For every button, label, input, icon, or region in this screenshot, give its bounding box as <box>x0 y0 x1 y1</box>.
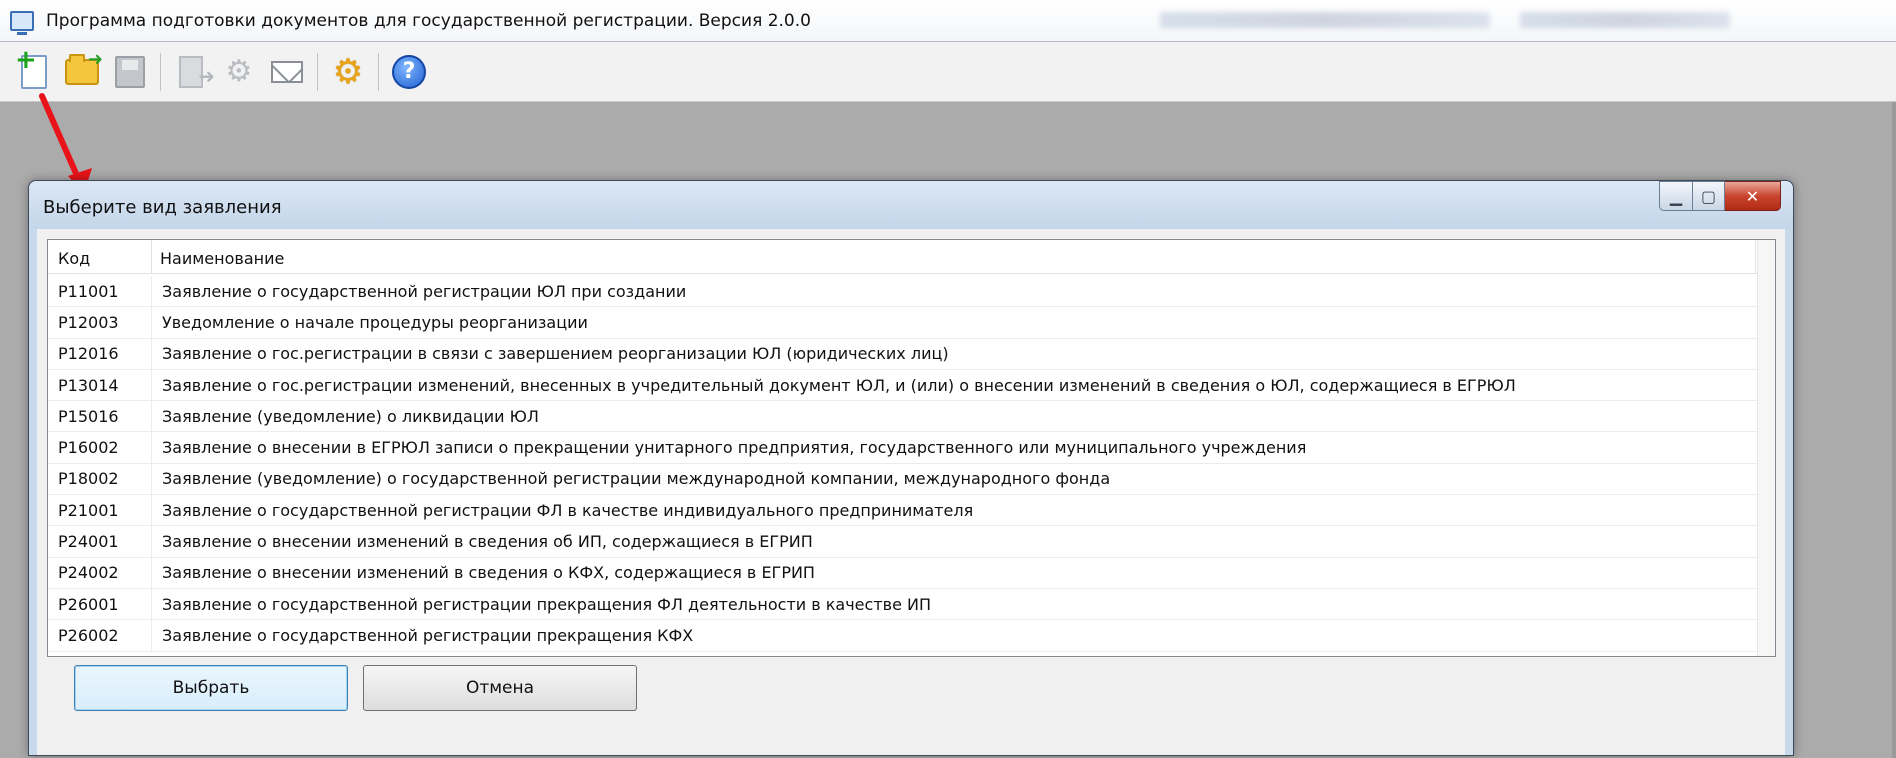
list-item[interactable]: Р24002 Заявление о внесении изменений в с… <box>48 557 1757 589</box>
item-name: Заявление (уведомление) о государственно… <box>162 469 1111 489</box>
item-code: Р16002 <box>48 432 152 463</box>
list-item[interactable]: Р13014 Заявление о гос.регистрации измене… <box>48 369 1757 402</box>
item-name: Заявление о гос.регистрации изменений, в… <box>162 375 1516 395</box>
list-item[interactable]: Р26001 Заявление о государственной регист… <box>48 588 1757 621</box>
app-title: Программа подготовки документов для госу… <box>46 10 811 31</box>
vertical-scrollbar[interactable] <box>1757 240 1775 656</box>
open-button[interactable]: ➜ <box>62 49 103 92</box>
dialog-caption[interactable]: Выберите вид заявления ▁ ▢ ✕ <box>29 181 1793 229</box>
item-code: Р13014 <box>48 369 152 401</box>
item-code: Р26002 <box>48 620 152 651</box>
list-item[interactable]: Р15016 Заявление (уведомление) о ликвидац… <box>48 401 1757 433</box>
blurred-taskbar-text-2 <box>1520 12 1730 28</box>
item-name: Заявление о государственной регистрации … <box>162 625 694 645</box>
save-icon <box>115 55 145 88</box>
item-code: Р24001 <box>48 526 152 557</box>
list-rows: Р11001 Заявление о государственной регист… <box>48 276 1757 652</box>
help-icon: ? <box>392 54 426 89</box>
dialog-body: Код Наименование Р11001 Заявление о госуд… <box>37 229 1785 755</box>
mail-button[interactable] <box>267 52 307 92</box>
toolbar-separator <box>160 52 161 91</box>
column-header-code[interactable]: Код <box>48 240 152 274</box>
blurred-taskbar-text <box>1160 12 1490 28</box>
item-code: Р18002 <box>48 463 152 495</box>
select-button[interactable]: Выбрать <box>74 665 348 711</box>
list-item[interactable]: Р18002 Заявление (уведомление) о государс… <box>48 463 1757 496</box>
export-button[interactable]: ➜ <box>171 52 215 92</box>
item-name: Заявление о государственной регистрации … <box>162 594 931 614</box>
settings-disabled-button[interactable]: ⚙ <box>219 52 259 92</box>
help-button[interactable]: ? <box>389 52 429 92</box>
list-item[interactable]: Р21001 Заявление о государственной регист… <box>48 495 1757 527</box>
item-name: Заявление о государственной регистрации … <box>162 281 687 301</box>
list-item[interactable]: Р26002 Заявление о государственной регист… <box>48 620 1757 652</box>
dialog-title: Выберите вид заявления <box>43 197 282 218</box>
cancel-button[interactable]: Отмена <box>363 665 637 711</box>
select-application-dialog: Выберите вид заявления ▁ ▢ ✕ Код Наимено… <box>28 180 1794 756</box>
item-code: Р12016 <box>48 338 152 369</box>
window-edge <box>1892 102 1896 758</box>
new-document-button[interactable]: + <box>14 47 54 92</box>
export-icon: ➜ <box>179 55 215 88</box>
item-name: Заявление (уведомление) о ликвидации ЮЛ <box>162 406 539 426</box>
computer-icon <box>10 10 34 35</box>
application-list[interactable]: Код Наименование Р11001 Заявление о госуд… <box>47 239 1776 657</box>
item-name: Заявление о внесении изменений в сведени… <box>162 532 813 552</box>
gear-icon: ⚙ <box>332 51 364 92</box>
item-code: Р11001 <box>48 276 152 307</box>
new-document-icon: + <box>15 47 47 89</box>
item-code: Р15016 <box>48 401 152 432</box>
maximize-button[interactable]: ▢ <box>1693 181 1725 211</box>
maximize-icon: ▢ <box>1700 186 1717 206</box>
toolbar: + ➜ ➜ ⚙ ⚙ ? <box>0 42 1896 102</box>
list-header: Код Наименование <box>48 240 1757 274</box>
item-name: Уведомление о начале процедуры реорганиз… <box>162 312 588 332</box>
list-item[interactable]: Р12003 Уведомление о начале процедуры рео… <box>48 307 1757 339</box>
close-button[interactable]: ✕ <box>1725 181 1781 211</box>
item-name: Заявление о внесении в ЕГРЮЛ записи о пр… <box>162 438 1307 458</box>
item-code: Р26001 <box>48 588 152 620</box>
item-name: Заявление о гос.регистрации в связи с за… <box>162 344 949 364</box>
item-code: Р12003 <box>48 307 152 338</box>
item-code: Р21001 <box>48 495 152 526</box>
item-name: Заявление о государственной регистрации … <box>162 500 974 520</box>
minimize-button[interactable]: ▁ <box>1659 181 1693 211</box>
save-button[interactable] <box>110 52 150 92</box>
item-name: Заявление о внесении изменений в сведени… <box>162 563 815 583</box>
column-header-name[interactable]: Наименование <box>152 240 1756 274</box>
toolbar-separator <box>317 52 318 91</box>
mail-icon <box>271 60 303 83</box>
list-item[interactable]: Р24001 Заявление о внесении изменений в с… <box>48 526 1757 558</box>
close-icon: ✕ <box>1745 186 1760 206</box>
list-item[interactable]: Р11001 Заявление о государственной регист… <box>48 276 1757 308</box>
list-item[interactable]: Р16002 Заявление о внесении в ЕГРЮЛ запис… <box>48 432 1757 464</box>
app-title-bar: Программа подготовки документов для госу… <box>0 0 1896 42</box>
toolbar-separator <box>378 52 379 91</box>
open-folder-icon: ➜ <box>65 49 103 85</box>
minimize-icon: ▁ <box>1669 186 1683 206</box>
settings-disabled-icon: ⚙ <box>225 53 253 89</box>
settings-button[interactable]: ⚙ <box>328 52 368 92</box>
item-code: Р24002 <box>48 557 152 588</box>
list-item[interactable]: Р12016 Заявление о гос.регистрации в связ… <box>48 338 1757 370</box>
window-controls: ▁ ▢ ✕ <box>1659 181 1781 211</box>
